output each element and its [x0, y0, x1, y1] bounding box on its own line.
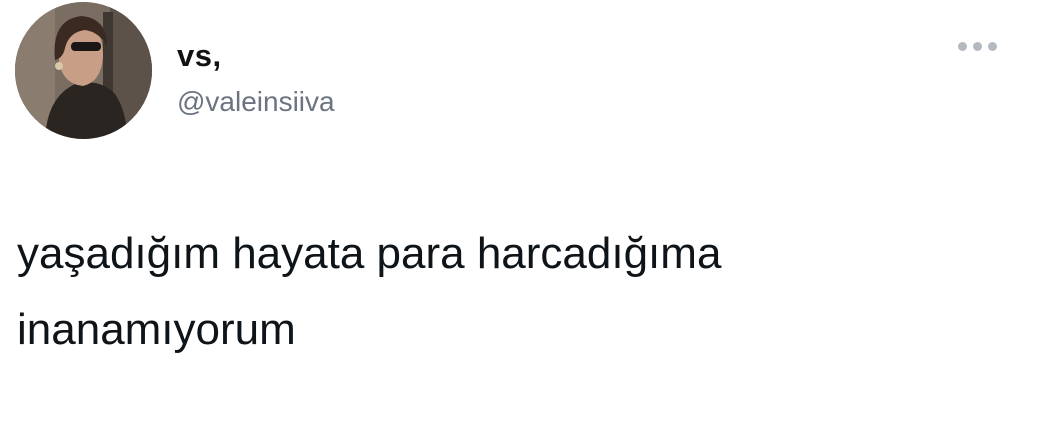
username-handle[interactable]: @valeinsiiva — [177, 86, 335, 118]
dot — [972, 41, 982, 51]
avatar[interactable] — [15, 2, 152, 139]
ellipsis-icon[interactable] — [952, 34, 1002, 58]
avatar-photo — [15, 2, 152, 139]
display-name[interactable]: vs, — [177, 38, 222, 74]
dot — [987, 41, 997, 51]
tweet-text: yaşadığım hayata para harcadığıma inanam… — [17, 229, 722, 354]
tweet-card: vs, @valeinsiiva yaşadığım hayata para h… — [0, 0, 1038, 423]
dot — [957, 41, 967, 51]
